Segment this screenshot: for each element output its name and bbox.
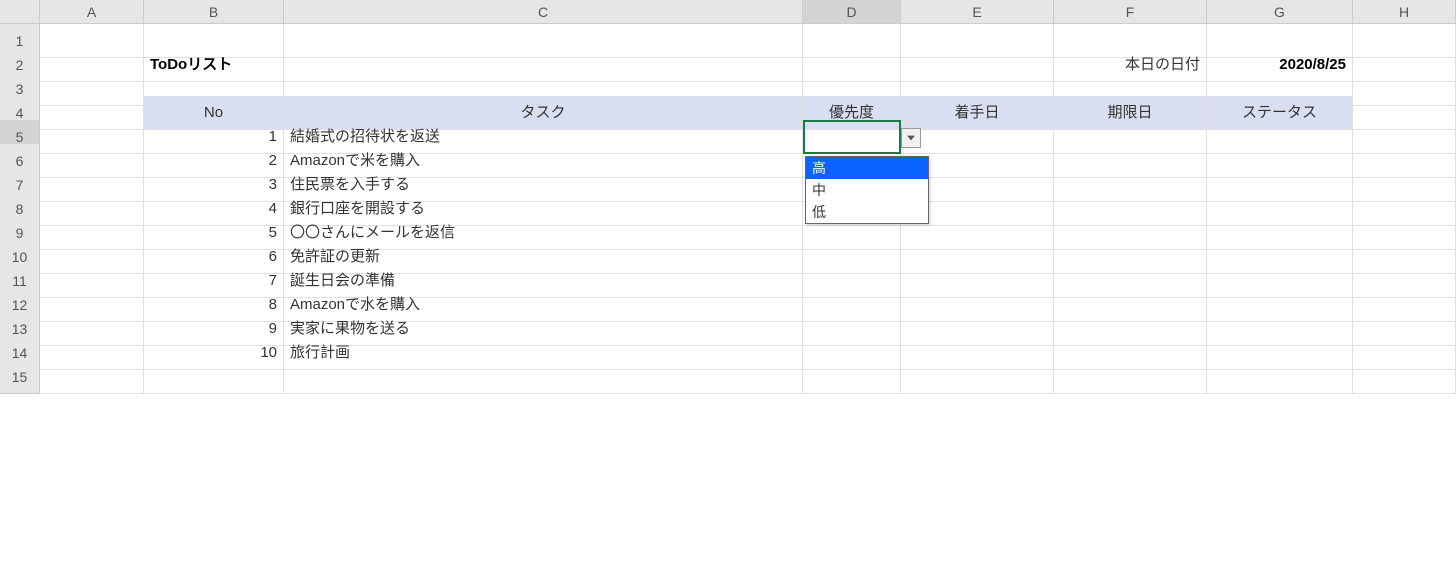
row-header-15[interactable]: 15: [0, 360, 40, 394]
col-header-C[interactable]: C: [284, 0, 803, 24]
col-header-E[interactable]: E: [901, 0, 1054, 24]
col-header-H[interactable]: H: [1353, 0, 1456, 24]
active-cell[interactable]: 高中低: [803, 120, 901, 154]
cell-F15[interactable]: [1054, 360, 1207, 394]
cell-E15[interactable]: [901, 360, 1054, 394]
cell-G15[interactable]: [1207, 360, 1353, 394]
col-header-F[interactable]: F: [1054, 0, 1207, 24]
cell-B15[interactable]: [144, 360, 284, 394]
dropdown-option[interactable]: 低: [806, 201, 928, 223]
cell-C15[interactable]: [284, 360, 803, 394]
cell-A15[interactable]: [40, 360, 144, 394]
select-all-corner[interactable]: [0, 0, 40, 24]
dropdown-list: 高中低: [805, 156, 929, 224]
col-header-B[interactable]: B: [144, 0, 284, 24]
dropdown-option[interactable]: 高: [806, 157, 928, 179]
cell-H15[interactable]: [1353, 360, 1456, 394]
dropdown-option[interactable]: 中: [806, 179, 928, 201]
dropdown-button[interactable]: [901, 128, 921, 148]
col-header-G[interactable]: G: [1207, 0, 1353, 24]
col-header-D[interactable]: D: [803, 0, 901, 24]
col-header-A[interactable]: A: [40, 0, 144, 24]
cell-D15[interactable]: [803, 360, 901, 394]
